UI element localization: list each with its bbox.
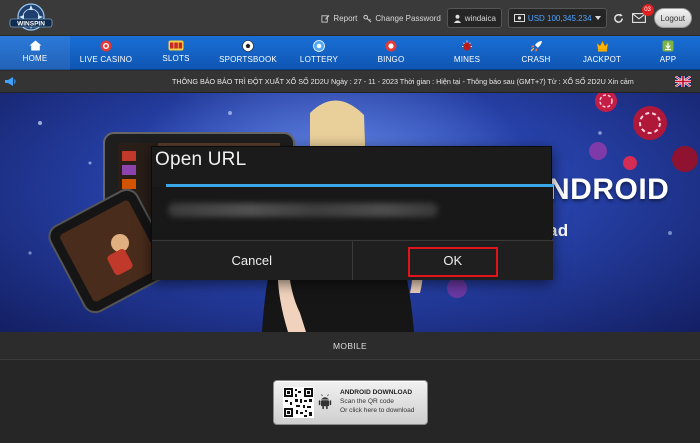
change-password-link[interactable]: Change Password — [363, 13, 441, 23]
download-line-2: Or click here to download — [340, 407, 415, 414]
nav-item-jackpot[interactable]: JACKPOT — [568, 36, 636, 70]
user-icon — [453, 14, 461, 23]
user-pill[interactable]: windaica — [446, 8, 502, 28]
nav-label: HOME — [22, 54, 48, 63]
top-bar: WINSPIN Report Change Password windaica … — [0, 0, 700, 36]
nav-item-slots[interactable]: SLOTS — [142, 36, 210, 70]
dialog-buttons: Cancel OK — [152, 240, 553, 280]
uk-flag-icon[interactable] — [675, 76, 691, 87]
change-password-label: Change Password — [375, 13, 441, 23]
lottery-ball-icon — [313, 40, 325, 52]
report-label: Report — [333, 13, 358, 23]
download-line-1: Scan the QR code — [340, 398, 394, 405]
key-icon — [363, 14, 372, 22]
nav-label: BINGO — [377, 55, 405, 64]
rocket-icon — [530, 41, 542, 52]
nav-item-mines[interactable]: MINES — [430, 36, 504, 70]
refresh-icon[interactable] — [613, 12, 624, 24]
logout-button[interactable]: Logout — [653, 8, 692, 28]
winspin-logo[interactable]: WINSPIN — [6, 1, 56, 35]
edit-icon — [321, 14, 330, 23]
nav-item-sportsbook[interactable]: SPORTSBOOK — [210, 36, 286, 70]
announcement-ticker: THÔNG BÁO BẢO TRÌ ĐỘT XUẤT XỔ SỐ 2D2U Ng… — [0, 71, 700, 93]
nav-label: SLOTS — [162, 54, 190, 63]
nav-label: LOTTERY — [299, 55, 339, 64]
ticker-text: THÔNG BÁO BẢO TRÌ ĐỘT XUẤT XỔ SỐ 2D2U Ng… — [172, 77, 634, 86]
nav-label: MINES — [453, 55, 481, 64]
nav-item-crash[interactable]: CRASH — [504, 36, 568, 70]
download-icon — [662, 40, 674, 52]
section-title: MOBILE — [333, 340, 367, 351]
android-icon — [318, 394, 332, 410]
bingo-ball-icon — [385, 40, 397, 52]
nav-item-bingo[interactable]: BINGO — [352, 36, 430, 70]
download-title: ANDROID DOWNLOAD — [340, 389, 413, 396]
mail-count-badge: 03 — [641, 4, 654, 16]
slot-machine-icon — [168, 40, 184, 51]
nav-label: CRASH — [521, 55, 551, 64]
nav-label: JACKPOT — [582, 55, 622, 64]
nav-label: SPORTSBOOK — [219, 55, 277, 64]
balance-value: USD 100,345.234 — [527, 13, 592, 23]
open-url-dialog: Open URL Cancel OK — [151, 146, 553, 280]
banner-headline: NDROID — [548, 173, 670, 206]
username: windaica — [464, 13, 496, 23]
cancel-button[interactable]: Cancel — [152, 241, 353, 280]
svg-text:WINSPIN: WINSPIN — [17, 21, 45, 28]
nav-item-live-casino[interactable]: LIVE CASINO — [70, 36, 142, 70]
balance-pill[interactable]: USD 100,345.234 — [507, 8, 607, 28]
messages-button[interactable]: 03 — [630, 4, 654, 27]
top-links: Report Change Password windaica USD 100,… — [321, 4, 692, 29]
megaphone-icon — [5, 77, 16, 86]
app-root: WINSPIN Report Change Password windaica … — [0, 0, 700, 443]
dialog-body — [152, 187, 553, 239]
nav-item-home[interactable]: HOME — [0, 36, 70, 70]
main-nav: HOME LIVE CASINO SLOTS SPORTSBOOK LOTTER… — [0, 36, 700, 70]
jackpot-icon — [596, 40, 608, 52]
blurred-url-text — [168, 203, 438, 217]
money-icon — [513, 14, 525, 22]
casino-chip-icon — [100, 40, 112, 52]
soccer-ball-icon — [242, 40, 254, 52]
report-link[interactable]: Report — [321, 14, 357, 23]
mine-icon — [462, 40, 472, 51]
nav-item-app[interactable]: APP — [636, 36, 700, 70]
nav-label: APP — [659, 55, 677, 64]
dialog-title: Open URL — [155, 149, 247, 170]
caret-down-icon — [594, 16, 601, 20]
mobile-section-header: MOBILE — [0, 332, 700, 360]
ok-button[interactable]: OK — [352, 241, 553, 280]
nav-item-lottery[interactable]: LOTTERY — [286, 36, 352, 70]
android-download-button[interactable]: ANDROID DOWNLOAD Scan the QR code Or cli… — [273, 380, 428, 425]
download-section: ANDROID DOWNLOAD Scan the QR code Or cli… — [0, 360, 700, 443]
nav-label: LIVE CASINO — [79, 55, 133, 64]
home-icon — [29, 40, 41, 51]
qr-code-icon — [283, 387, 314, 418]
